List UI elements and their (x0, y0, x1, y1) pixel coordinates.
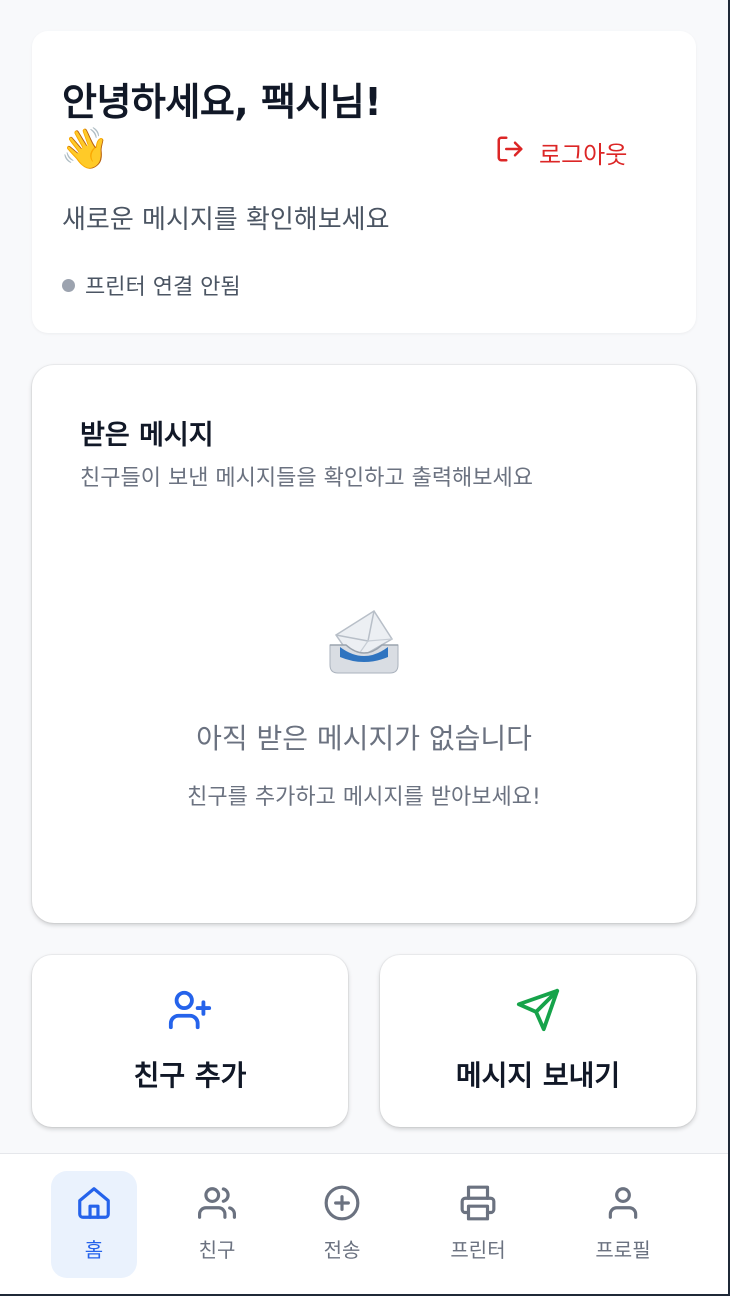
greeting-subtitle: 새로운 메시지를 확인해보세요 (62, 205, 390, 235)
empty-state-title: 아직 받은 메시지가 없습니다 (196, 722, 532, 755)
nav-label-friends: 친구 (198, 1238, 236, 1262)
inbox-subtitle: 친구들이 보낸 메시지들을 확인하고 출력해보세요 (80, 466, 534, 491)
nav-item-friends[interactable]: 친구 (174, 1171, 260, 1278)
user-plus-icon (32, 987, 348, 1033)
logout-icon (495, 134, 525, 170)
nav-label-profile: 프로필 (595, 1238, 651, 1262)
inbox-tray-icon (328, 605, 400, 677)
logout-label: 로그아웃 (539, 140, 628, 169)
inbox-card: 받은 메시지 친구들이 보낸 메시지들을 확인하고 출력해보세요 아직 받은 메… (32, 365, 696, 923)
nav-item-send[interactable]: 전송 (299, 1171, 385, 1278)
send-message-button[interactable]: 메시지 보내기 (380, 955, 696, 1127)
app-screen: 안녕하세요, 팩시님! 👋 로그아웃 새로운 메시지를 확인해보세요 프린터 연… (0, 0, 730, 1296)
add-friend-button[interactable]: 친구 추가 (32, 955, 348, 1127)
nav-label-home: 홈 (84, 1238, 104, 1262)
users-icon (174, 1184, 260, 1222)
nav-label-send: 전송 (323, 1238, 361, 1262)
add-friend-label: 친구 추가 (133, 1059, 247, 1092)
user-icon (580, 1184, 666, 1222)
plus-circle-icon (299, 1184, 385, 1222)
printer-status: 프린터 연결 안됨 (62, 269, 241, 301)
nav-label-printer: 프린터 (450, 1238, 506, 1262)
empty-state-subtitle: 친구를 추가하고 메시지를 받아보세요! (187, 785, 541, 810)
greeting-card: 안녕하세요, 팩시님! 👋 로그아웃 새로운 메시지를 확인해보세요 프린터 연… (32, 31, 696, 333)
waving-hand-emoji: 👋 (60, 126, 110, 172)
printer-status-text: 프린터 연결 안됨 (85, 275, 241, 300)
logout-button[interactable]: 로그아웃 (495, 135, 627, 169)
printer-icon (435, 1184, 521, 1222)
nav-item-profile[interactable]: 프로필 (580, 1171, 666, 1278)
send-message-label: 메시지 보내기 (455, 1059, 621, 1092)
inbox-title: 받은 메시지 (80, 420, 214, 451)
send-icon (380, 987, 696, 1033)
home-icon (51, 1184, 137, 1222)
greeting-title: 안녕하세요, 팩시님! (62, 80, 382, 124)
status-dot-icon (62, 278, 75, 292)
nav-item-printer[interactable]: 프린터 (435, 1171, 521, 1278)
nav-item-home[interactable]: 홈 (51, 1171, 137, 1278)
bottom-nav: 홈 친구 전송 프린터 프로필 (0, 1153, 728, 1294)
